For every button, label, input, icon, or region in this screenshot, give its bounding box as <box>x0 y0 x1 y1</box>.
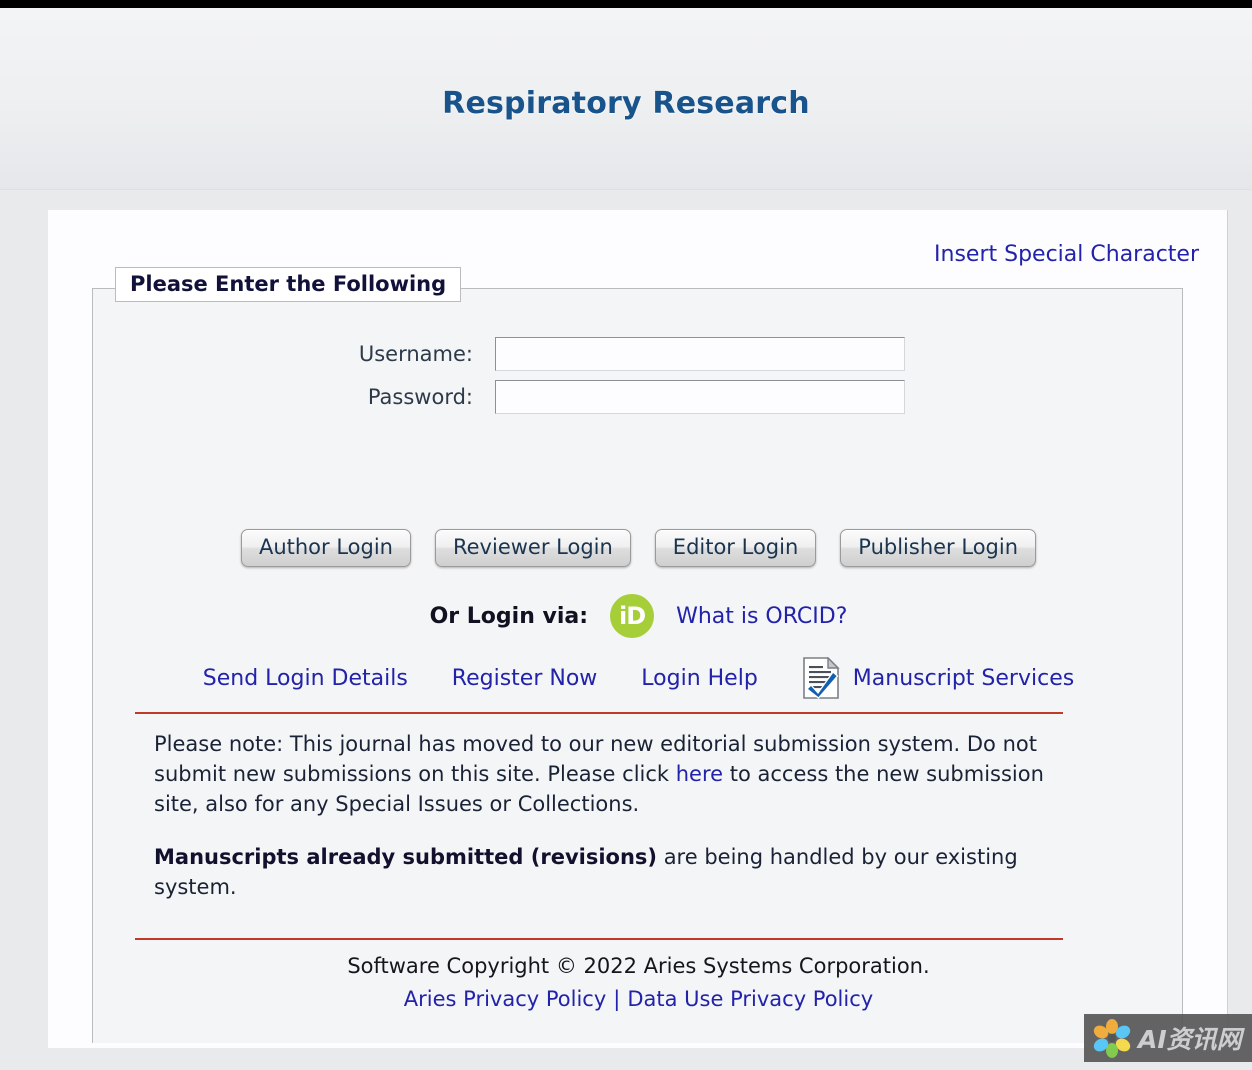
send-login-details-link[interactable]: Send Login Details <box>203 666 408 691</box>
login-fieldset: Please Enter the Following Username: Pas… <box>92 267 1184 1043</box>
aries-privacy-policy-link[interactable]: Aries Privacy Policy <box>404 987 606 1011</box>
page-footer: Software Copyright © 2022 Aries Systems … <box>93 951 1184 1015</box>
editor-login-button[interactable]: Editor Login <box>654 529 817 568</box>
login-buttons-row: Author Login Reviewer Login Editor Login… <box>93 529 1184 568</box>
what-is-orcid-link[interactable]: What is ORCID? <box>676 604 847 629</box>
footer-separator: | <box>613 987 621 1012</box>
journal-title: Respiratory Research <box>442 86 810 121</box>
username-row: Username: <box>93 337 1184 371</box>
register-now-link[interactable]: Register Now <box>452 666 597 691</box>
notice-bold-phrase: Manuscripts already submitted (revisions… <box>154 844 658 869</box>
password-row: Password: <box>93 380 1184 414</box>
manuscript-document-check-icon <box>802 657 840 699</box>
content-panel: Insert Special Character Please Enter th… <box>48 210 1228 1048</box>
login-help-link[interactable]: Login Help <box>641 666 758 691</box>
notice-top-divider <box>135 712 1063 714</box>
orcid-prompt-label: Or Login via: <box>429 603 589 629</box>
helper-links-row: Send Login Details Register Now Login He… <box>93 657 1184 699</box>
notice-paragraph-1: Please note: This journal has moved to o… <box>154 729 1074 820</box>
password-input[interactable] <box>495 380 905 414</box>
journal-notice: Please note: This journal has moved to o… <box>154 729 1074 902</box>
username-input[interactable] <box>495 337 905 371</box>
new-submission-site-link[interactable]: here <box>676 762 723 786</box>
notice-paragraph-2: Manuscripts already submitted (revisions… <box>154 842 1074 902</box>
journal-banner: Respiratory Research <box>0 8 1252 190</box>
reviewer-login-button[interactable]: Reviewer Login <box>434 529 631 568</box>
credentials-table: Username: Password: <box>93 337 1184 423</box>
username-label: Username: <box>358 342 473 366</box>
top-black-bar <box>0 0 1252 8</box>
manuscript-services-group[interactable]: Manuscript Services <box>802 657 1074 699</box>
manuscript-services-link[interactable]: Manuscript Services <box>853 666 1074 691</box>
login-fieldset-legend: Please Enter the Following <box>115 267 462 303</box>
watermark-text: AI资讯网 <box>1138 1025 1242 1054</box>
footer-links-row: Aries Privacy Policy | Data Use Privacy Po… <box>93 984 1184 1014</box>
copyright-text: Software Copyright © 2022 Aries Systems … <box>347 954 930 978</box>
orcid-login-row: Or Login via: iD What is ORCID? <box>93 594 1184 638</box>
password-label: Password: <box>367 385 473 409</box>
site-watermark: AI资讯网 <box>1084 1014 1252 1062</box>
publisher-login-button[interactable]: Publisher Login <box>840 529 1037 568</box>
watermark-flower-logo <box>1093 1019 1131 1058</box>
data-use-privacy-policy-link[interactable]: Data Use Privacy Policy <box>627 987 873 1011</box>
notice-bottom-divider <box>135 938 1063 940</box>
author-login-button[interactable]: Author Login <box>240 529 411 568</box>
orcid-id-icon[interactable]: iD <box>610 594 655 638</box>
insert-special-character-link[interactable]: Insert Special Character <box>934 242 1199 267</box>
